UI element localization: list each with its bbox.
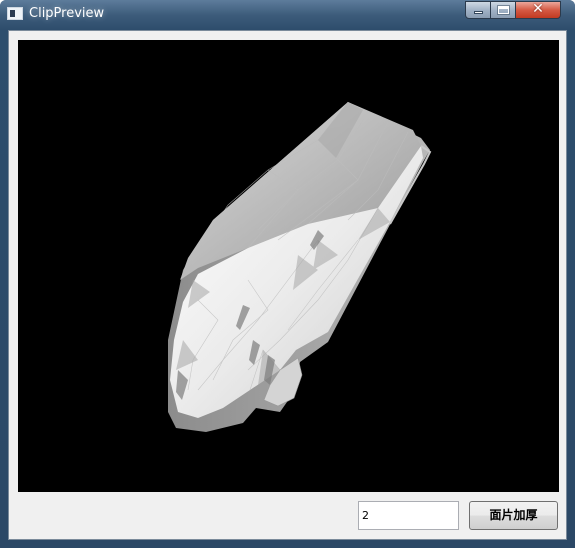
3d-viewport[interactable] [18,40,559,492]
title-bar[interactable]: ClipPreview ✕ [0,0,575,30]
minimize-icon [474,11,483,14]
app-window: ClipPreview ✕ 2 面片加厚 [0,0,575,548]
client-area: 面片加厚 [8,30,567,540]
maximize-button[interactable] [490,1,516,19]
mesh-render [168,101,432,432]
close-button[interactable]: ✕ [515,1,561,19]
maximize-icon [497,5,510,15]
thickness-input[interactable] [358,501,459,530]
window-app-icon [7,7,23,20]
close-icon: ✕ [532,1,544,17]
thicken-surface-button[interactable]: 面片加厚 [469,501,558,530]
window-title: ClipPreview [29,6,105,21]
minimize-button[interactable] [465,1,491,19]
